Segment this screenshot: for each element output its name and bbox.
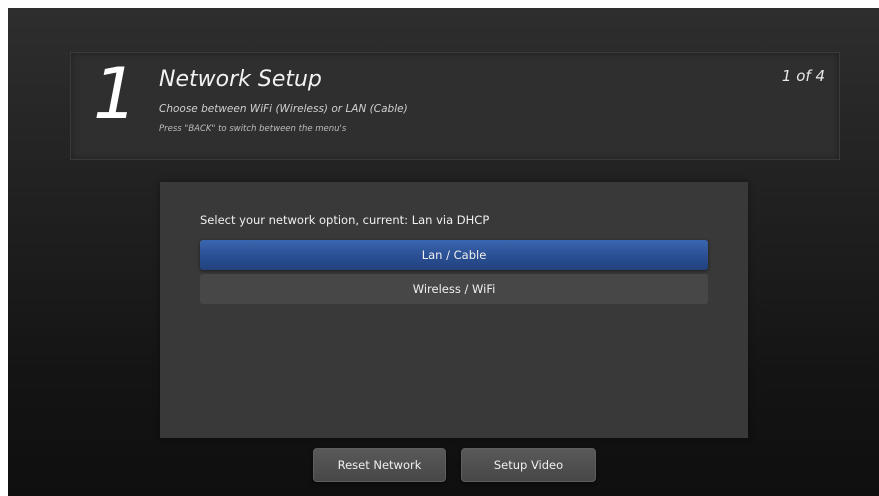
option-lan-cable[interactable]: Lan / Cable [200,240,708,270]
option-wireless-wifi[interactable]: Wireless / WiFi [200,274,708,304]
setup-video-button[interactable]: Setup Video [461,448,596,482]
navigation-hint: Press "BACK" to switch between the menu'… [159,124,347,134]
setup-screen: 1 Network Setup Choose between WiFi (Wir… [8,8,879,496]
network-prompt: Select your network option, current: Lan… [200,213,490,227]
reset-network-button[interactable]: Reset Network [313,448,446,482]
network-options-panel: Select your network option, current: Lan… [160,182,748,438]
step-counter: 1 of 4 [781,67,825,85]
page-title: Network Setup [159,67,322,92]
page-subtitle: Choose between WiFi (Wireless) or LAN (C… [159,103,408,115]
header-panel: 1 Network Setup Choose between WiFi (Wir… [70,52,840,160]
step-number: 1 [93,53,138,135]
